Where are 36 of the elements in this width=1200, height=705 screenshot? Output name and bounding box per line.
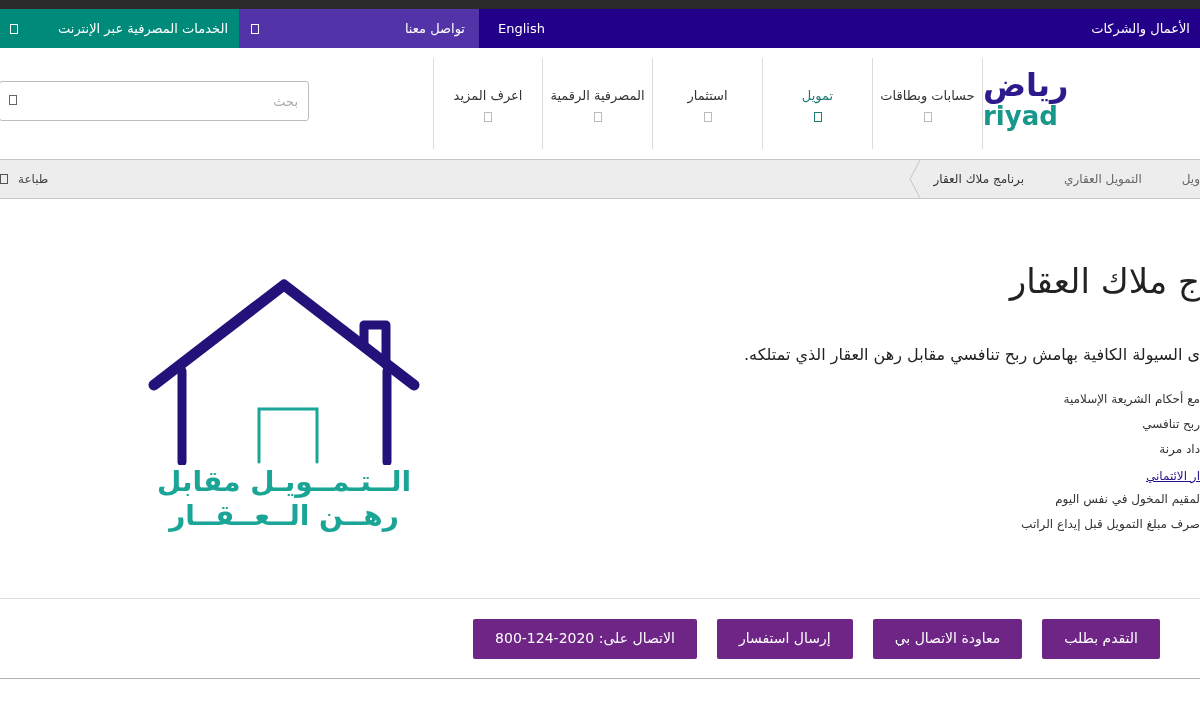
square-icon [9, 95, 17, 105]
square-icon [484, 111, 492, 122]
online-banking-link[interactable]: الخدمات المصرفية عبر الإنترنت [0, 9, 239, 48]
breadcrumb-link[interactable]: التمويل العقاري [1064, 170, 1142, 188]
illustration-caption: الــتـمــويـل مقابل [156, 465, 412, 499]
feature-text: ربح تنافسي [1141, 416, 1200, 433]
nav-tab[interactable]: تمويل [763, 58, 873, 149]
breadcrumb-link[interactable]: ويل [1181, 170, 1200, 188]
contact-link[interactable]: تواصل معنا [239, 9, 479, 48]
nav-tab[interactable]: المصرفية الرقمية [543, 58, 653, 149]
illustration-caption: رهــن الــعــقــار [169, 499, 399, 533]
nav-tab[interactable]: اعرف المزيد [433, 58, 543, 149]
feature-text: مع أحكام الشريعة الإسلامية [1062, 390, 1200, 408]
language-link[interactable]: English [479, 9, 564, 48]
action-button[interactable]: معاودة الاتصال بي [872, 618, 1023, 659]
business-link[interactable]: الأعمال والشركات [1091, 18, 1190, 39]
search-field[interactable]: بحث [0, 81, 309, 121]
intro-text: ى السيولة الكافية بهامش ربح تنافسي مقابل رهن العقار الذي تمتلكه. [743, 344, 1200, 367]
square-icon [593, 111, 602, 122]
feature-text: لمقيم المخول في نفس اليوم [1054, 491, 1200, 509]
nav-tab[interactable]: حسابات وبطاقات [873, 58, 983, 149]
page-heading: ج ملاك العقار [1007, 260, 1200, 304]
action-button[interactable]: التقدم بطلب [1042, 618, 1160, 659]
square-icon [251, 23, 259, 34]
feature-link[interactable]: ار الائتماني [1145, 469, 1200, 483]
square-icon [923, 111, 932, 122]
square-icon [813, 111, 822, 122]
breadcrumb-link[interactable]: برنامج ملاك العقار [933, 170, 1025, 188]
square-icon [703, 111, 712, 122]
feature-text: داد مرنة [1158, 441, 1200, 458]
square-icon [10, 23, 18, 34]
square-icon [0, 174, 8, 184]
action-button[interactable]: إرسال استفسار [716, 618, 853, 659]
feature-text: صرف مبلغ التمويل قبل إيداع الراتب [1020, 516, 1200, 534]
print-link[interactable]: طباعة [0, 170, 49, 188]
nav-tab[interactable]: استثمار [653, 58, 763, 149]
